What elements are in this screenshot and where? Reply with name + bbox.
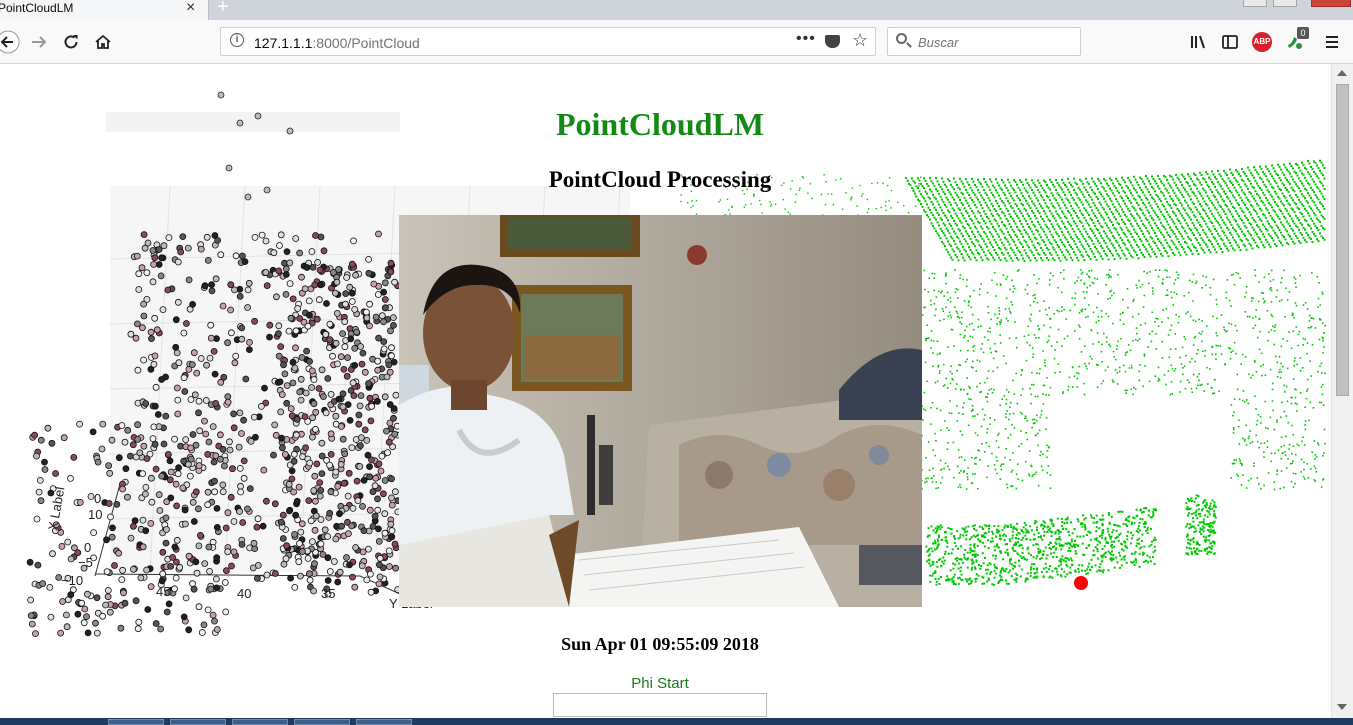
page-content: X Label Y Label 45 40 35 0 10 0 −5 −10 P… (0, 64, 1331, 718)
taskbar-item[interactable] (170, 719, 226, 725)
close-window-button[interactable] (1311, 0, 1351, 7)
search-icon (896, 33, 907, 44)
minimize-button[interactable] (1243, 0, 1267, 7)
menu-icon[interactable] (1320, 30, 1344, 54)
tab-pointcloudlm[interactable]: PointCloudLM × (0, 0, 209, 20)
z-tick-label: −5 (78, 555, 93, 570)
navigation-toolbar: i 127.1.1.1:8000/PointCloud ••• ☆ ABP 0 (0, 20, 1353, 64)
adblock-icon[interactable]: ABP (1252, 32, 1272, 52)
scroll-up-icon[interactable] (1337, 70, 1347, 76)
camera-feed-image (399, 215, 922, 607)
page-subtitle: PointCloud Processing (548, 167, 772, 192)
search-bar[interactable] (887, 27, 1081, 56)
taskbar-item[interactable] (294, 719, 350, 725)
taskbar-item[interactable] (108, 719, 164, 725)
vertical-scrollbar[interactable] (1331, 64, 1353, 718)
library-icon[interactable] (1186, 30, 1210, 54)
window-controls (1243, 0, 1353, 8)
url-host: 127.1.1.1 (254, 35, 313, 51)
taskbar-item[interactable] (356, 719, 412, 725)
datetime-label: Sun Apr 01 09:55:09 2018 (561, 634, 759, 654)
maximize-button[interactable] (1273, 0, 1297, 7)
search-input[interactable] (918, 35, 1068, 50)
phi-start-label: Phi Start (631, 675, 689, 692)
scrollbar-thumb[interactable] (1336, 84, 1349, 396)
taskbar-item[interactable] (232, 719, 288, 725)
z-tick-label: −10 (61, 573, 84, 588)
url-text[interactable]: 127.1.1.1:8000/PointCloud (254, 35, 420, 51)
page-title: PointCloudLM (555, 106, 765, 142)
extension-badge: 0 (1297, 27, 1309, 39)
x-tick-label: 35 (321, 586, 336, 601)
phi-start-input[interactable] (553, 693, 767, 717)
home-icon[interactable] (91, 30, 115, 54)
url-path: :8000/PointCloud (312, 35, 420, 51)
x-tick-label: 45 (156, 584, 171, 599)
page-actions-icon[interactable]: ••• (796, 30, 816, 48)
tab-close-icon[interactable]: × (186, 0, 195, 17)
x-tick-label: 40 (237, 586, 252, 601)
tab-title: PointCloudLM (0, 1, 74, 15)
scroll-down-icon[interactable] (1337, 704, 1347, 710)
z-tick-label: 0 (94, 491, 102, 506)
tab-strip: PointCloudLM × + (0, 0, 1353, 20)
pocket-icon[interactable] (825, 35, 840, 48)
z-tick-label: 0 (84, 540, 92, 555)
new-tab-icon[interactable]: + (217, 0, 229, 19)
forward-icon[interactable] (27, 30, 51, 54)
bookmark-star-icon[interactable]: ☆ (852, 30, 868, 51)
info-icon[interactable]: i (230, 33, 244, 47)
back-icon[interactable] (0, 30, 20, 54)
url-bar[interactable]: i 127.1.1.1:8000/PointCloud ••• ☆ (220, 27, 876, 56)
sidebar-icon[interactable] (1218, 30, 1242, 54)
reload-icon[interactable] (59, 30, 83, 54)
z-tick-label: 10 (88, 507, 103, 522)
